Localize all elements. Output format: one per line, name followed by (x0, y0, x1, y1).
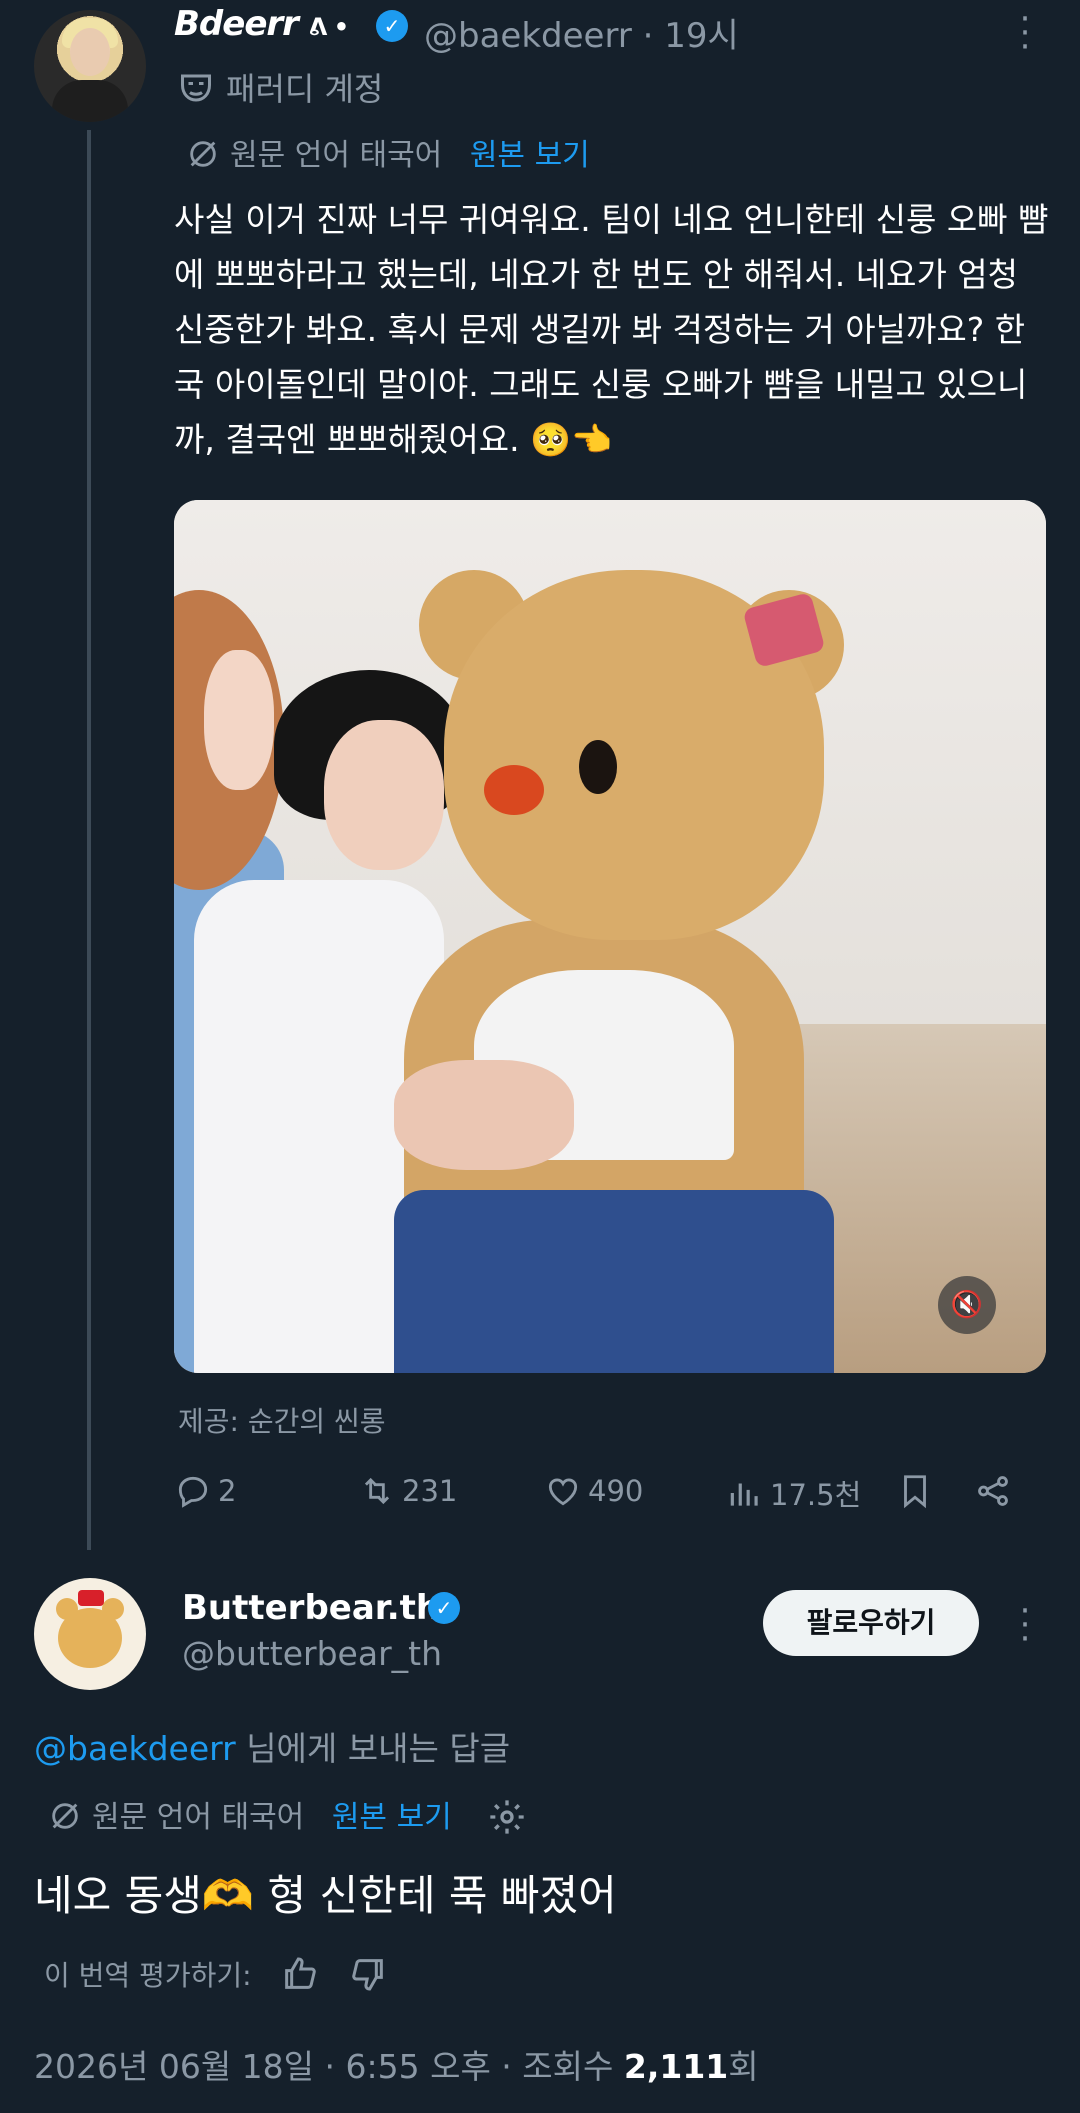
translate-source-label: 원문 언어 태국어 (230, 138, 443, 173)
like-icon (548, 1478, 578, 1506)
tweet-time[interactable]: · 19시 (643, 16, 739, 56)
reply-count: 2 (218, 1474, 237, 1508)
reply-author-avatar[interactable] (34, 1578, 146, 1690)
reply-icon (178, 1476, 208, 1508)
reply-timestamp: 2026년 06월 18일 · 6:55 오후 · 조회수 2,111회 (34, 2040, 759, 2088)
bookmark-button[interactable] (896, 1472, 940, 1510)
like-count: 490 (588, 1474, 644, 1508)
media-source-credit: 제공: 순간의 씬롱 (178, 1405, 386, 1438)
retweet-count: 231 (402, 1474, 458, 1508)
author-name[interactable]: Bdeerr ᕕ • (174, 4, 349, 44)
retweet-icon (364, 1477, 390, 1505)
bookmark-icon (904, 1475, 926, 1509)
author-avatar[interactable] (34, 10, 146, 122)
follow-button[interactable]: 팔로우하기 (763, 1590, 979, 1656)
reply-author-name[interactable]: Butterbear.th (182, 1588, 440, 1628)
mute-icon[interactable]: 🔇 (938, 1276, 996, 1334)
views-icon (730, 1483, 758, 1506)
thread-connector-line (87, 130, 91, 1550)
parody-label: 패러디 계정 (178, 64, 383, 110)
tweet-actions: 2 231 490 17.5천 (174, 1472, 1054, 1522)
reply-body: 네오 동생🫶 형 신한테 푹 빠졌어 (34, 1871, 617, 1920)
reply-author-handle[interactable]: @butterbear_th (182, 1634, 442, 1673)
parody-mask-icon (181, 74, 211, 102)
view-suffix: 회 (728, 2047, 759, 2086)
author-handle[interactable]: @baekdeerr (424, 16, 632, 56)
views-count: 17.5천 (770, 1478, 862, 1512)
translate-row: 원문 언어 태국어 원본 보기 (186, 130, 590, 174)
author-name-emoji: ᕕ • (308, 13, 349, 41)
gear-icon[interactable] (487, 1797, 527, 1837)
thumbs-down-icon[interactable] (348, 1954, 388, 1994)
share-button[interactable] (974, 1472, 1018, 1510)
verified-icon: ✓ (376, 10, 408, 42)
view-count: 2,111 (623, 2047, 729, 2086)
views-button[interactable]: 17.5천 (726, 1472, 861, 1514)
translation-rating-row: 이 번역 평가하기: (44, 1954, 388, 1994)
share-icon (978, 1476, 1008, 1506)
timestamp-text: 2026년 06월 18일 · 6:55 오후 · 조회수 (34, 2047, 624, 2086)
reply-to-line: @baekdeerr 님에게 보내는 답글 (34, 1722, 510, 1770)
reply-more-icon[interactable]: · · · (1010, 1594, 1040, 1656)
reply-show-original-link[interactable]: 원본 보기 (332, 1800, 452, 1835)
translate-icon (190, 141, 216, 167)
reply-translate-row: 원문 언어 태국어 원본 보기 (48, 1792, 527, 1837)
reply-button[interactable]: 2 (174, 1472, 236, 1510)
reply-to-handle[interactable]: @baekdeerr (34, 1729, 236, 1768)
retweet-button[interactable]: 231 (358, 1472, 457, 1510)
tweet-body: 사실 이거 진짜 너무 귀여워요. 팀이 네요 언니한테 신룽 오빠 뺨에 뽀뽀… (174, 200, 1049, 459)
more-icon[interactable]: · · · (1010, 2, 1040, 64)
thumbs-up-icon[interactable] (280, 1954, 320, 1994)
show-original-link[interactable]: 원본 보기 (470, 138, 590, 173)
tweet-video[interactable]: 🔇 (174, 500, 1046, 1373)
like-button[interactable]: 490 (544, 1472, 643, 1510)
author-handle-time[interactable]: @baekdeerr · 19시 (424, 8, 739, 57)
translate-icon (52, 1803, 78, 1829)
rate-label: 이 번역 평가하기: (44, 1959, 252, 1992)
reply-to-suffix: 님에게 보내는 답글 (235, 1729, 511, 1768)
reply-translate-source-label: 원문 언어 태국어 (92, 1800, 305, 1835)
reply-verified-icon: ✓ (428, 1592, 460, 1624)
